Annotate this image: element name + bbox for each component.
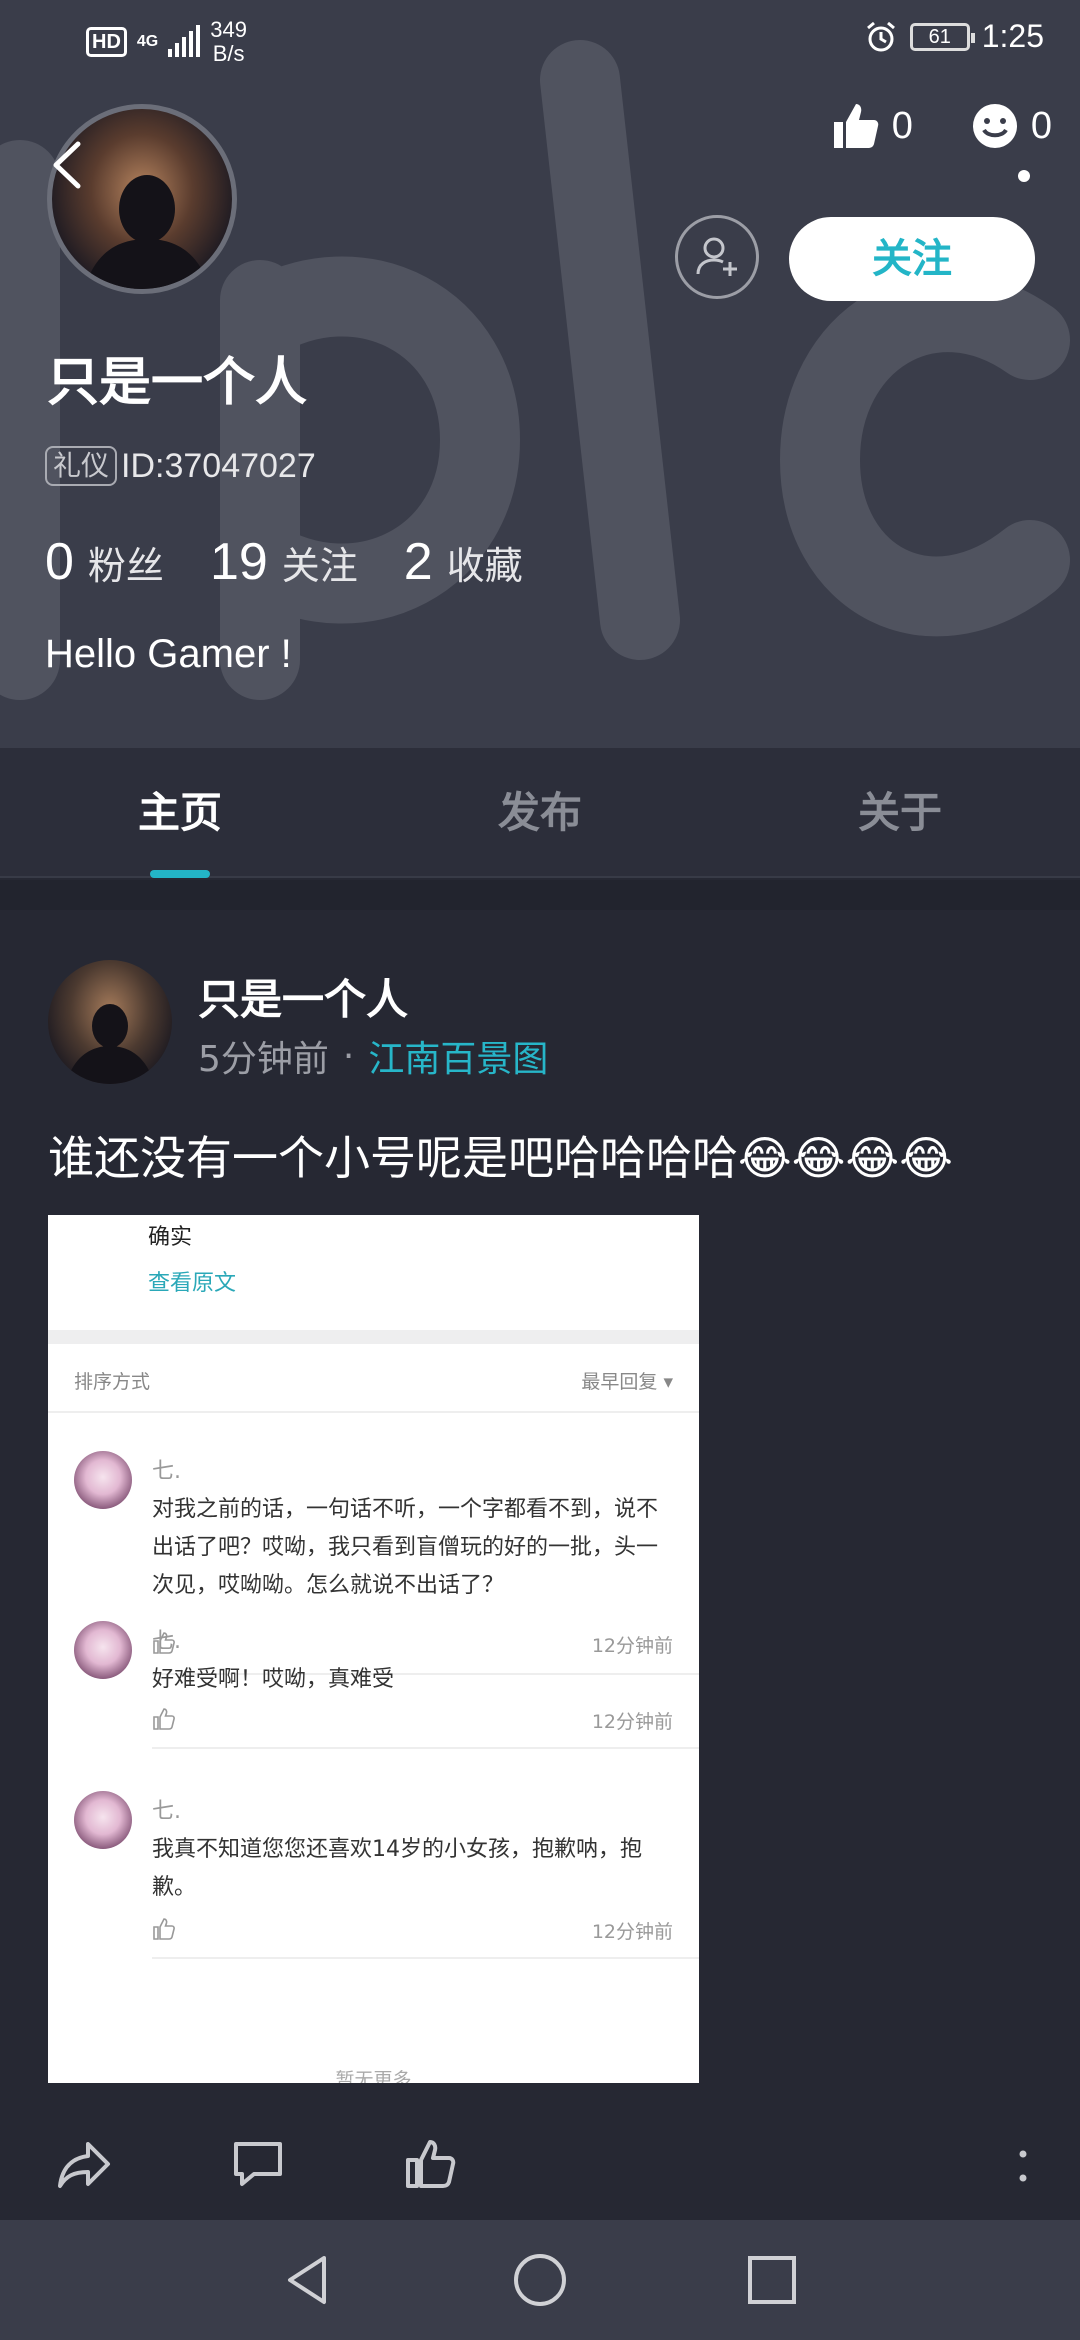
comment-text: 对我之前的话，一句话不听，一个字都看不到，说不出话了吧？哎呦，我只看到盲僧玩的好… — [152, 1497, 659, 1598]
meta-separator: · — [342, 1035, 355, 1077]
comment-name: 七. — [152, 1799, 181, 1824]
like-icon[interactable] — [402, 2134, 462, 2194]
follow-button[interactable]: 关注 — [789, 217, 1035, 301]
post-time: 5分钟前 — [198, 1039, 329, 1080]
image-top-text: 确实 — [148, 1225, 193, 1250]
profile-counts: 0 粉丝 19 关注 2 收藏 — [45, 532, 523, 592]
comment-divider — [152, 1747, 699, 1749]
role-badge: 礼仪 — [45, 446, 118, 486]
more-options-icon[interactable] — [1018, 2146, 1028, 2186]
nav-recents-icon[interactable] — [742, 2250, 802, 2310]
comment-text: 好难受啊！哎呦，真难受 — [152, 1667, 395, 1692]
post-image[interactable]: 确实 查看原文 排序方式 最早回复 ▾ 七. 对我之前的话，一句话不听，一个字都… — [48, 1215, 699, 2083]
add-user-icon — [696, 237, 737, 276]
comment-time: 12分钟前 — [591, 1635, 673, 1657]
post-author-name[interactable]: 只是一个人 — [198, 966, 408, 1027]
user-id: ID:37047027 — [121, 446, 316, 485]
nav-home-icon[interactable] — [510, 2250, 570, 2310]
comment-avatar — [74, 1791, 132, 1849]
thumbs-up-icon — [153, 1918, 175, 1940]
comment-text: 我真不知道您您还喜欢14岁的小女孩，抱歉呐，抱歉。 — [152, 1837, 642, 1900]
favorites-count[interactable]: 2 收藏 — [404, 532, 523, 592]
comment-name: 七. — [152, 1629, 181, 1654]
image-sort-label: 排序方式 — [74, 1371, 151, 1393]
profile-username: 只是一个人 — [47, 353, 308, 413]
post-meta: 5分钟前 · 江南百景图 — [198, 1030, 548, 1082]
post-actions — [0, 2110, 1080, 2220]
user-id-row: 礼仪 ID:37047027 — [45, 446, 316, 486]
comment-avatar — [74, 1621, 132, 1679]
clock: 1:25 — [981, 18, 1044, 54]
post-topic-link[interactable]: 江南百景图 — [368, 1030, 548, 1082]
image-divider — [48, 1411, 699, 1413]
comment-name: 七. — [152, 1459, 181, 1484]
notification-dot — [1018, 170, 1030, 182]
following-count[interactable]: 19 关注 — [210, 532, 358, 592]
profile-bio: Hello Gamer ! — [45, 632, 292, 676]
post-author-avatar[interactable] — [48, 960, 172, 1084]
network-type: 4G — [136, 33, 159, 50]
post-text: 谁还没有一个小号呢是吧哈哈哈哈😂😂😂😂 — [48, 1131, 953, 1185]
thumbs-up-icon — [833, 104, 878, 148]
tab-home[interactable]: 主页 — [0, 748, 360, 878]
profile-avatar[interactable] — [47, 104, 237, 294]
thumbs-up-icon — [153, 1708, 175, 1730]
comment-divider — [152, 1957, 699, 1959]
alarm-icon — [866, 21, 895, 51]
likes-stat[interactable]: 0 — [830, 100, 913, 152]
comment-time: 12分钟前 — [591, 1921, 673, 1943]
image-no-more: 暂无更多 — [335, 2069, 412, 2083]
profile-header: HD 4G 349 B/s 61 1:25 0 0 关注 只是一个人 礼仪 ID… — [0, 0, 1080, 748]
system-nav-bar — [0, 2220, 1080, 2340]
emoji-stat[interactable]: 0 — [969, 100, 1052, 152]
network-speed: 349 B/s — [210, 17, 247, 66]
share-icon[interactable] — [54, 2134, 114, 2194]
image-view-original: 查看原文 — [148, 1271, 237, 1296]
profile-tabs: 主页 发布 关于 — [0, 748, 1080, 878]
image-separator — [48, 1330, 699, 1344]
image-sort-value: 最早回复 ▾ — [581, 1371, 673, 1393]
tab-posts[interactable]: 发布 — [360, 748, 720, 878]
add-friend-button[interactable] — [675, 215, 759, 299]
hd-badge: HD — [86, 27, 127, 57]
nav-back-icon[interactable] — [278, 2250, 338, 2310]
back-arrow-icon[interactable] — [48, 140, 88, 190]
section-divider — [0, 880, 1080, 910]
post-card: 只是一个人 5分钟前 · 江南百景图 谁还没有一个小号呢是吧哈哈哈哈😂😂😂😂 确… — [0, 910, 1080, 2220]
tab-about[interactable]: 关于 — [720, 748, 1080, 878]
followers-count[interactable]: 0 粉丝 — [45, 532, 164, 592]
signal-icon — [168, 25, 201, 57]
battery-icon: 61 — [909, 22, 975, 51]
comment-time: 12分钟前 — [591, 1711, 673, 1733]
status-bar: HD 4G 349 B/s 61 1:25 — [0, 0, 1080, 80]
tab-indicator — [150, 870, 210, 878]
smiley-icon — [972, 104, 1017, 148]
comment-icon[interactable] — [228, 2134, 288, 2194]
comment-avatar — [74, 1451, 132, 1509]
